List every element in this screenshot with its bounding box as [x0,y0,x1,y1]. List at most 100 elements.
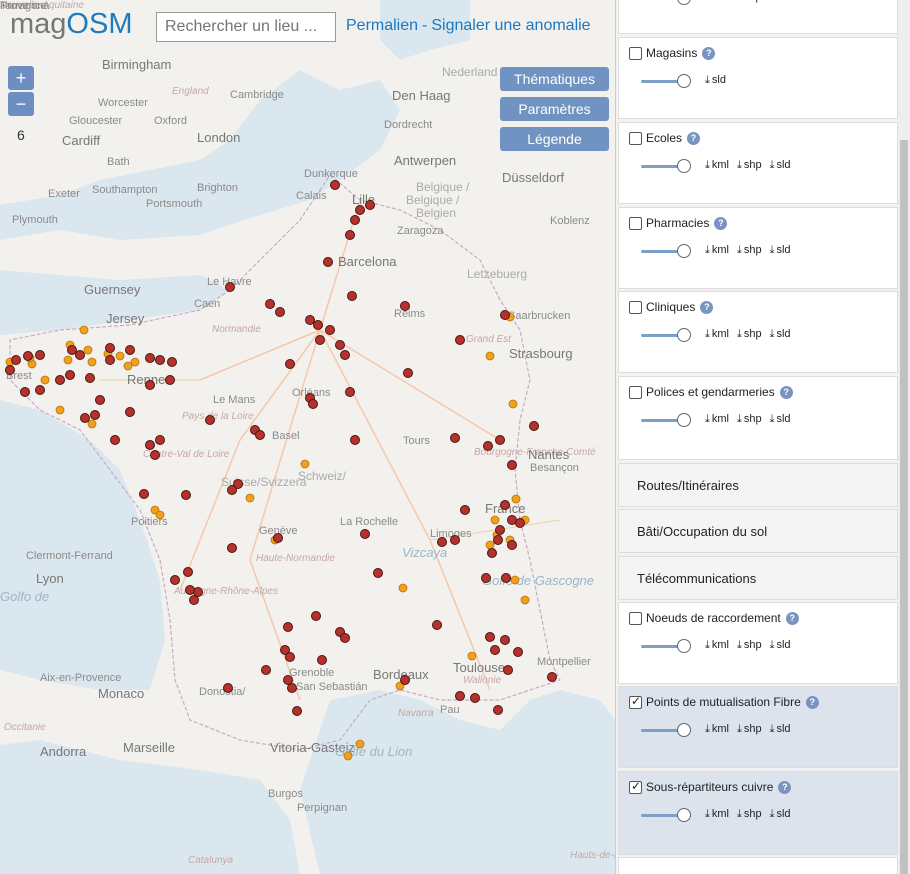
copper-subdistributor-marker[interactable] [80,413,90,423]
copper-subdistributor-marker[interactable] [437,537,447,547]
download-shp-link[interactable]: shp [737,244,762,257]
map-canvas[interactable]: Birmingham Nederland England Worcester Cambr… [0,0,615,874]
copper-subdistributor-marker[interactable] [360,529,370,539]
copper-subdistributor-marker[interactable] [139,489,149,499]
layer-checkbox[interactable] [629,779,642,794]
copper-subdistributor-marker[interactable] [205,415,215,425]
download-kml-link[interactable]: kml [705,639,729,652]
copper-subdistributor-marker[interactable] [261,665,271,675]
download-sld-link[interactable]: sld [770,244,790,257]
copper-subdistributor-marker[interactable] [167,357,177,367]
download-shp-link[interactable]: shp [737,413,762,426]
fiber-point-marker[interactable] [355,739,365,749]
copper-subdistributor-marker[interactable] [285,359,295,369]
download-kml-link[interactable]: kml [705,413,729,426]
thematiques-button[interactable]: Thématiques [500,67,609,91]
zoom-in-button[interactable]: + [8,66,34,90]
copper-subdistributor-marker[interactable] [223,683,233,693]
copper-subdistributor-marker[interactable] [460,505,470,515]
slider-thumb[interactable] [677,328,691,342]
download-shp-link[interactable]: shp [737,328,762,341]
help-icon[interactable]: ? [687,131,701,145]
fiber-point-marker[interactable] [40,375,50,385]
copper-subdistributor-marker[interactable] [470,693,480,703]
copper-subdistributor-marker[interactable] [547,672,557,682]
copper-subdistributor-marker[interactable] [345,230,355,240]
copper-subdistributor-marker[interactable] [400,675,410,685]
copper-subdistributor-marker[interactable] [432,620,442,630]
category-header[interactable]: Bâti/Occupation du sol [618,509,898,553]
slider-thumb[interactable] [677,74,691,88]
copper-subdistributor-marker[interactable] [5,365,15,375]
copper-subdistributor-marker[interactable] [227,543,237,553]
copper-subdistributor-marker[interactable] [55,375,65,385]
help-icon[interactable]: ? [714,216,728,230]
copper-subdistributor-marker[interactable] [285,652,295,662]
parametres-button[interactable]: Paramètres [500,97,609,121]
copper-subdistributor-marker[interactable] [20,387,30,397]
download-sld-link[interactable]: sld [770,639,790,652]
copper-subdistributor-marker[interactable] [450,433,460,443]
copper-subdistributor-marker[interactable] [23,351,33,361]
download-sld-link[interactable]: sld [770,808,790,821]
download-sld-link[interactable]: sld [770,723,790,736]
download-shp-link[interactable]: shp [737,723,762,736]
fiber-point-marker[interactable] [485,540,495,550]
copper-subdistributor-marker[interactable] [490,645,500,655]
copper-subdistributor-marker[interactable] [455,691,465,701]
help-icon[interactable]: ? [700,300,714,314]
fiber-point-marker[interactable] [508,399,518,409]
copper-subdistributor-marker[interactable] [483,441,493,451]
fiber-point-marker[interactable] [63,355,73,365]
panel-scrollbar[interactable] [898,0,910,874]
opacity-slider[interactable] [641,638,691,654]
download-kml-link[interactable]: kml [705,808,729,821]
copper-subdistributor-marker[interactable] [500,500,510,510]
opacity-slider[interactable] [641,73,691,89]
slider-thumb[interactable] [677,244,691,258]
copper-subdistributor-marker[interactable] [170,575,180,585]
search-input[interactable] [156,12,336,42]
copper-subdistributor-marker[interactable] [507,540,517,550]
copper-subdistributor-marker[interactable] [65,370,75,380]
copper-subdistributor-marker[interactable] [275,307,285,317]
help-icon[interactable]: ? [702,46,716,60]
copper-subdistributor-marker[interactable] [181,490,191,500]
brand-logo[interactable]: magOSM [10,8,132,41]
opacity-slider[interactable] [641,327,691,343]
copper-subdistributor-marker[interactable] [330,180,340,190]
download-shp-link[interactable]: shp [737,808,762,821]
copper-subdistributor-marker[interactable] [347,291,357,301]
fiber-point-marker[interactable] [245,493,255,503]
copper-subdistributor-marker[interactable] [165,375,175,385]
opacity-slider[interactable] [641,158,691,174]
layer-checkbox[interactable] [629,300,642,314]
copper-subdistributor-marker[interactable] [493,535,503,545]
copper-subdistributor-marker[interactable] [481,573,491,583]
download-sld-link[interactable]: sld [770,328,790,341]
copper-subdistributor-marker[interactable] [305,315,315,325]
layer-checkbox[interactable] [629,385,642,399]
help-icon[interactable]: ? [785,611,799,625]
download-sld-link[interactable]: sld [705,74,726,87]
scrollbar-thumb[interactable] [900,140,908,874]
opacity-slider[interactable] [641,807,691,823]
copper-subdistributor-marker[interactable] [501,573,511,583]
copper-subdistributor-marker[interactable] [403,368,413,378]
fiber-point-marker[interactable] [155,510,165,520]
report-anomaly-link[interactable]: Signaler une anomalie [431,17,590,34]
copper-subdistributor-marker[interactable] [105,355,115,365]
copper-subdistributor-marker[interactable] [350,215,360,225]
copper-subdistributor-marker[interactable] [155,435,165,445]
copper-subdistributor-marker[interactable] [507,460,517,470]
slider-thumb[interactable] [677,723,691,737]
copper-subdistributor-marker[interactable] [350,435,360,445]
copper-subdistributor-marker[interactable] [105,343,115,353]
help-icon[interactable]: ? [805,695,819,709]
copper-subdistributor-marker[interactable] [150,450,160,460]
download-sld-link[interactable]: sld [770,413,790,426]
copper-subdistributor-marker[interactable] [145,380,155,390]
download-kml-link[interactable]: kml [705,244,729,257]
download-shp-link[interactable]: shp [737,639,762,652]
layer-checkbox[interactable] [629,611,642,625]
